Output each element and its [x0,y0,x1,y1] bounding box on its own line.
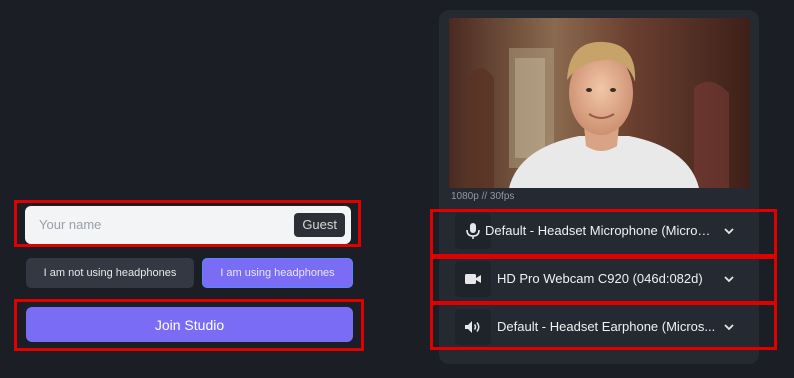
name-input-placeholder: Your name [39,217,102,232]
camera-select-label: HD Pro Webcam C920 (046d:082d) [497,271,703,286]
guest-button[interactable]: Guest [294,213,345,237]
not-using-headphones-button[interactable]: I am not using headphones [26,258,194,288]
camera-preview [449,18,750,188]
microphone-select[interactable]: Default - Headset Microphone (Micros... [455,213,745,249]
chevron-down-icon [724,276,734,283]
name-input[interactable]: Your name Guest [25,206,351,244]
camera-select[interactable]: HD Pro Webcam C920 (046d:082d) [455,261,745,297]
resolution-label: 1080p // 30fps [451,191,515,202]
camera-preview-image [449,18,750,188]
speaker-select-label: Default - Headset Earphone (Micros... [497,319,716,334]
speaker-icon [455,309,491,345]
join-studio-button[interactable]: Join Studio [26,307,353,342]
using-headphones-button[interactable]: I am using headphones [202,258,353,288]
camera-icon [455,261,491,297]
chevron-down-icon [724,228,734,235]
chevron-down-icon [724,324,734,331]
speaker-select[interactable]: Default - Headset Earphone (Micros... [455,309,745,345]
microphone-select-label: Default - Headset Microphone (Micros... [485,223,713,238]
